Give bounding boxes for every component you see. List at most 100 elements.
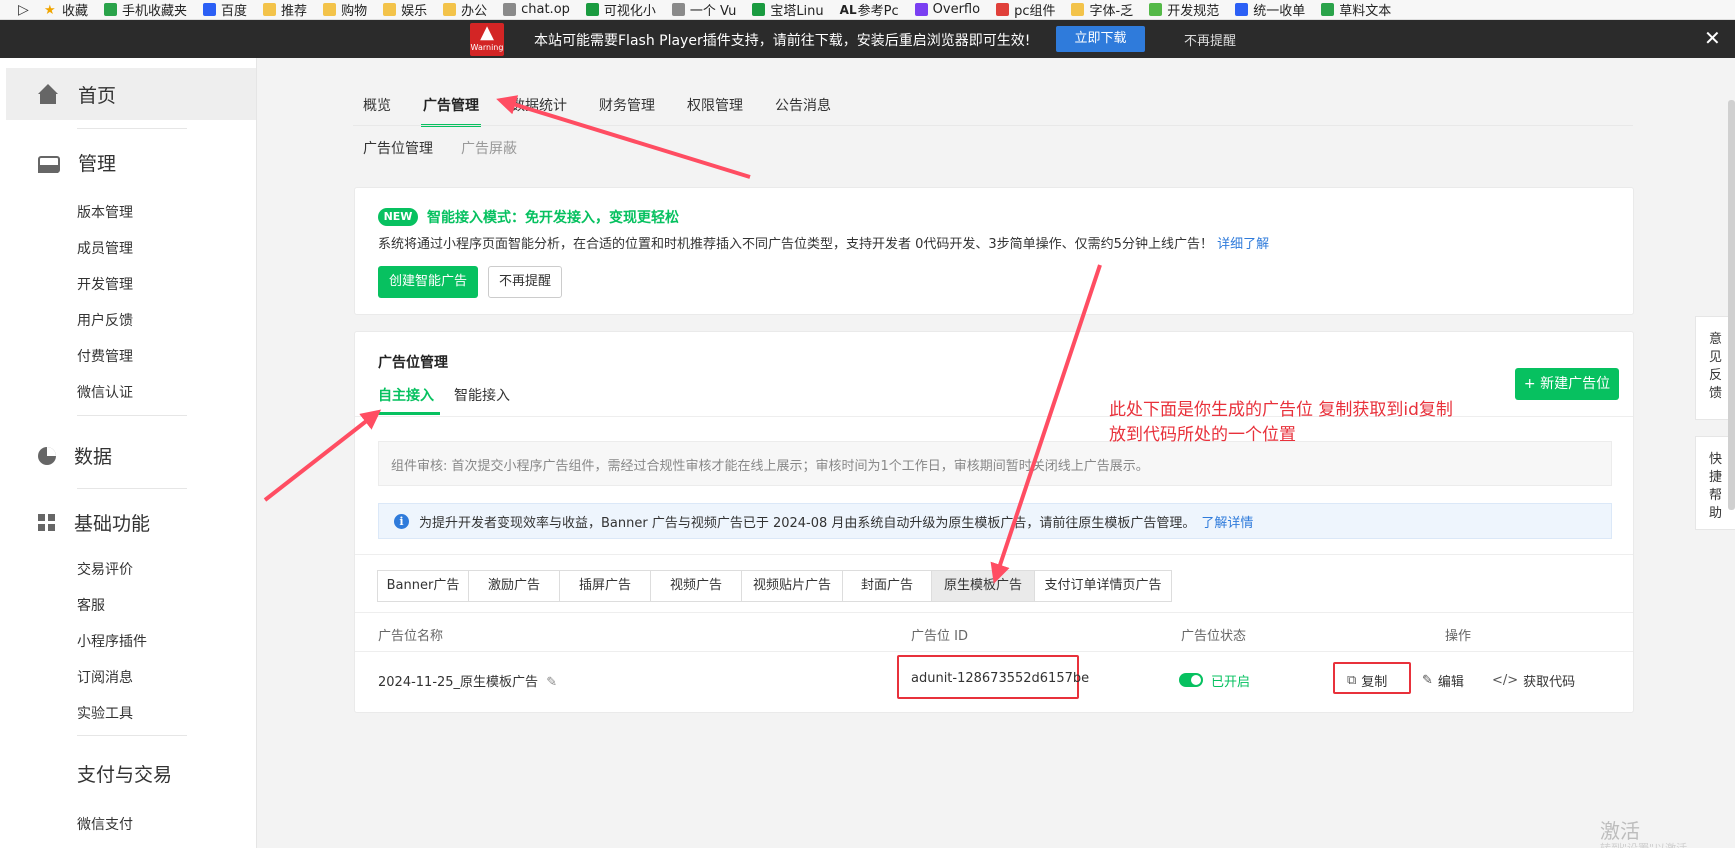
app-icon (1149, 3, 1163, 16)
get-code-button[interactable]: </> 获取代码 (1492, 671, 1575, 690)
bookmark-item[interactable]: pc组件 (996, 0, 1055, 19)
sidebar-item-plugins[interactable]: 小程序插件 (77, 631, 147, 651)
smart-access-title: 智能接入模式：免开发接入，变现更轻松 (427, 210, 679, 226)
divider (77, 415, 187, 416)
edit-name-icon[interactable]: ✎ (546, 675, 557, 690)
bookmark-item[interactable]: 一个 Vu (671, 0, 736, 19)
learn-more-link[interactable]: 详细了解 (1217, 237, 1269, 252)
divider (77, 128, 187, 129)
expand-sidebar-icon[interactable]: ▷ (0, 2, 44, 18)
copy-button[interactable]: ⧉ 复制 (1347, 671, 1387, 690)
bookmark-item[interactable]: 统一收单 (1235, 0, 1305, 19)
activation-watermark-sub: 转到"设置"以激活 Windows。 (1600, 840, 1735, 848)
adtype-rewarded[interactable]: 激励广告 (468, 570, 560, 602)
create-smart-ad-button[interactable]: 创建智能广告 (378, 266, 478, 298)
bookmark-item[interactable]: chat.op (503, 2, 570, 17)
column-header: 广告位名称 (378, 629, 444, 644)
tab-permissions[interactable]: 权限管理 (687, 95, 743, 115)
bookmark-item[interactable]: AL 参考Pc (840, 0, 899, 19)
new-badge: NEW (378, 208, 418, 226)
sidebar-item-version[interactable]: 版本管理 (77, 202, 133, 222)
dismiss-smart-button[interactable]: 不再提醒 (488, 266, 562, 298)
sidebar-item-payment-manage[interactable]: 付费管理 (77, 346, 133, 366)
bookmark-item[interactable]: 手机收藏夹 (104, 0, 187, 19)
tab-ad-management[interactable]: 广告管理 (421, 95, 481, 127)
adtype-interstitial[interactable]: 插屏广告 (559, 570, 651, 602)
copy-icon: ⧉ (1347, 673, 1357, 688)
adtype-native-template[interactable]: 原生模板广告 (931, 570, 1035, 602)
qr-icon (1321, 3, 1335, 16)
flash-player-banner: ▲ Warning 本站可能需要Flash Player插件支持，请前往下载，安… (0, 20, 1735, 58)
adtype-video-patch[interactable]: 视频贴片广告 (741, 570, 843, 602)
status-toggle[interactable] (1179, 673, 1203, 687)
tab-overview[interactable]: 概览 (363, 95, 391, 115)
folder-icon (263, 3, 277, 16)
warning-icon: ▲ Warning (470, 23, 504, 56)
red-icon (996, 3, 1010, 16)
smart-access-description: 系统将通过小程序页面智能分析，在合适的位置和时机推荐插入不同广告位类型，支持开发… (378, 237, 1270, 252)
top-nav: 概览 广告管理 数据统计 财务管理 权限管理 公告消息 (363, 95, 863, 127)
dismiss-banner-link[interactable]: 不再提醒 (1184, 30, 1236, 49)
bookmark-item[interactable]: ★ 收藏 (44, 0, 88, 19)
sidebar-item-lab[interactable]: 实验工具 (77, 703, 133, 723)
sidebar-group-manage[interactable]: 管理 (38, 149, 116, 176)
sidebar-item-subscriptions[interactable]: 订阅消息 (77, 667, 133, 687)
globe-icon (503, 3, 517, 16)
adtype-banner[interactable]: Banner广告 (377, 570, 469, 602)
bookmark-item[interactable]: 宝塔Linu (752, 0, 824, 19)
sidebar-item-wechat-cert[interactable]: 微信认证 (77, 382, 133, 402)
section-title: 广告位管理 (378, 355, 448, 371)
scrollbar[interactable] (1728, 100, 1735, 510)
notice-details-link[interactable]: 了解详情 (1201, 512, 1253, 531)
status-label: 已开启 (1211, 675, 1251, 690)
sidebar-item-service[interactable]: 客服 (77, 595, 105, 615)
sidebar-group-basic[interactable]: 基础功能 (38, 509, 150, 536)
bootstrap-icon (914, 3, 928, 16)
table-row: 2024-11-25_原生模板广告 ✎ adunit-128673552d615… (355, 652, 1633, 708)
adtype-video[interactable]: 视频广告 (650, 570, 742, 602)
divider (355, 554, 1633, 555)
ad-unit-card: 广告位管理 自主接入 智能接入 + 新建广告位 组件审核: 首次提交小程序广告组… (354, 331, 1634, 713)
sidebar-item-wechat-pay[interactable]: 微信支付 (77, 814, 133, 834)
close-icon[interactable]: ✕ (1704, 26, 1721, 50)
tab-smart-access[interactable]: 智能接入 (454, 385, 510, 415)
home-icon (38, 83, 60, 106)
download-button[interactable]: 立即下载 (1056, 26, 1145, 52)
new-ad-unit-button[interactable]: + 新建广告位 (1515, 368, 1619, 400)
bookmark-item[interactable]: 可视化小 (585, 0, 656, 19)
subtab-ad-units[interactable]: 广告位管理 (363, 138, 433, 158)
folder-icon (383, 3, 397, 16)
sidebar-item-members[interactable]: 成员管理 (77, 238, 133, 258)
sidebar-item-reviews[interactable]: 交易评价 (77, 559, 133, 579)
bookmark-item[interactable]: 购物 (323, 0, 367, 19)
bookmark-item[interactable]: Overflo (914, 2, 980, 17)
bookmark-item[interactable]: 推荐 (263, 0, 307, 19)
subtab-ad-block[interactable]: 广告屏蔽 (461, 138, 517, 158)
bookmark-item[interactable]: 办公 (443, 0, 487, 19)
grid-icon (38, 513, 56, 532)
pencil-icon: ✎ (1422, 673, 1433, 688)
sidebar-group-payment[interactable]: 支付与交易 (77, 760, 172, 787)
tab-data-stats[interactable]: 数据统计 (511, 95, 567, 115)
adtype-cover[interactable]: 封面广告 (842, 570, 932, 602)
smart-access-card: NEW 智能接入模式：免开发接入，变现更轻松 系统将通过小程序页面智能分析，在合… (354, 187, 1634, 315)
upgrade-notice: i 为提升开发者变现效率与收益，Banner 广告与视频广告已于 2024-08… (378, 503, 1612, 539)
sub-nav: 广告位管理 广告屏蔽 (363, 138, 545, 158)
baidu-icon (203, 3, 217, 16)
bookmark-item[interactable]: 草料文本 (1321, 0, 1391, 19)
sidebar-item-feedback[interactable]: 用户反馈 (77, 310, 133, 330)
sidebar-group-data[interactable]: 数据 (38, 442, 112, 469)
edit-button[interactable]: ✎ 编辑 (1422, 671, 1464, 690)
star-icon: ★ (44, 3, 56, 18)
adtype-payment-detail[interactable]: 支付订单详情页广告 (1034, 570, 1172, 602)
sidebar-item-home[interactable]: 首页 (38, 81, 116, 108)
sidebar-item-dev[interactable]: 开发管理 (77, 274, 133, 294)
bookmark-item[interactable]: 百度 (203, 0, 247, 19)
tab-finance[interactable]: 财务管理 (599, 95, 655, 115)
bookmark-item[interactable]: 开发规范 (1149, 0, 1219, 19)
text-icon: AL (839, 3, 861, 17)
bookmark-item[interactable]: 娱乐 (383, 0, 427, 19)
tab-self-access[interactable]: 自主接入 (378, 385, 440, 415)
tab-announcements[interactable]: 公告消息 (775, 95, 831, 115)
bookmark-item[interactable]: 字体-乏 (1071, 0, 1133, 19)
